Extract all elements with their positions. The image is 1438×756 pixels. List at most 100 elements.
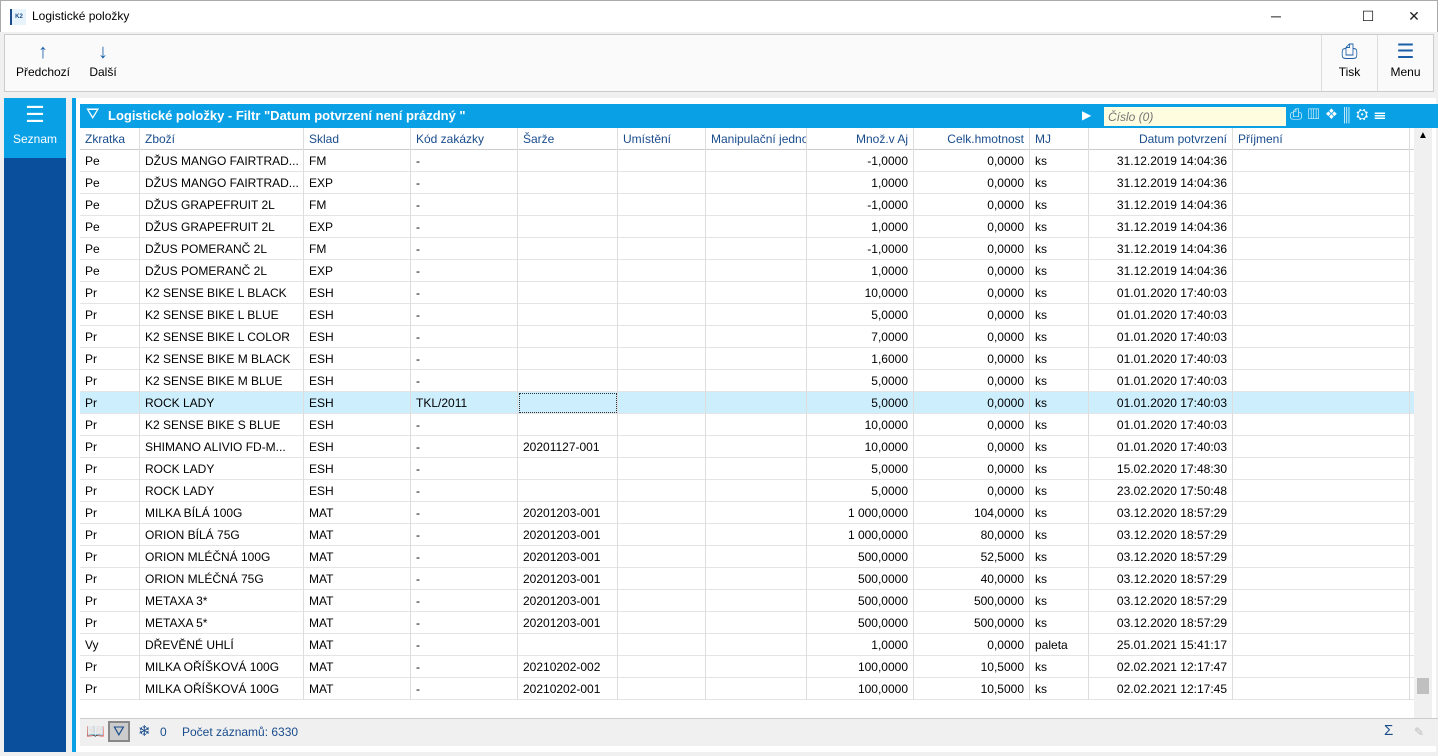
table-row[interactable]: Pr ORION MLÉČNÁ 100G MAT -20201203-001 500,0… (80, 546, 1414, 568)
table-cell (706, 348, 807, 370)
table-cell: Pe (80, 216, 140, 238)
table-row[interactable]: Pr ORION MLÉČNÁ 75G MAT -20201203-001 500,00… (80, 568, 1414, 590)
table-row[interactable]: Pr K2 SENSE BIKE L BLUE ESH - 5,0000 0,0000 ks… (80, 304, 1414, 326)
table-row[interactable]: Pr MILKA BÍLÁ 100G MAT -20201203-001 1 000,0… (80, 502, 1414, 524)
table-row[interactable]: Pr K2 SENSE BIKE M BLUE ESH - 5,0000 0,0000 ks… (80, 370, 1414, 392)
column-header[interactable]: MJ (1030, 128, 1089, 150)
close-button[interactable]: ✕ (1391, 1, 1437, 33)
table-row[interactable]: Pe DŽUS MANGO FAIRTRAD... FM - -1,0000 0,0000… (80, 150, 1414, 172)
table-cell: EXP (304, 172, 411, 194)
hamburger-icon[interactable]: ☰ (1374, 106, 1391, 123)
table-row[interactable]: Pe DŽUS GRAPEFRUIT 2L EXP - 1,0000 0,0000 ks 31… (80, 216, 1414, 238)
table-row[interactable]: Pr ORION BÍLÁ 75G MAT -20201203-001 1 000,00… (80, 524, 1414, 546)
table-cell (518, 150, 618, 172)
table-row[interactable]: Pr MILKA OŘÍŠKOVÁ 100G MAT -20210202-001 100… (80, 678, 1414, 700)
sum-icon[interactable]: Σ (1384, 722, 1393, 739)
minimize-button[interactable]: ─ (1253, 1, 1299, 33)
table-row[interactable]: Pr ROCK LADY ESH - 5,0000 0,0000 ks 23.02.2020 … (80, 480, 1414, 502)
table-cell (618, 568, 706, 590)
table-cell: 1,6000 (807, 348, 914, 370)
cubes-icon[interactable]: ❖ (1325, 106, 1343, 123)
print-icon[interactable]: ⎙ (1290, 106, 1308, 123)
play-icon[interactable]: ▶ (1082, 108, 1091, 122)
table-cell: 31.12.2019 14:04:36 (1089, 172, 1233, 194)
table-cell (618, 304, 706, 326)
sidebar-item-seznam[interactable]: ☰ Seznam (4, 98, 66, 158)
table-cell: Pr (80, 678, 140, 700)
table-row[interactable]: Vy DŘEVĚNÉ UHLÍ MAT - 1,0000 0,0000 paleta 25.0… (80, 634, 1414, 656)
table-row[interactable]: Pe DŽUS GRAPEFRUIT 2L FM - -1,0000 0,0000 ks 31… (80, 194, 1414, 216)
table-cell (618, 194, 706, 216)
column-header[interactable]: Umístění (618, 128, 706, 150)
column-header[interactable]: Zkratka (80, 128, 140, 150)
columns-icon[interactable]: ⫼ (1343, 106, 1356, 123)
table-cell: 03.12.2020 18:57:29 (1089, 524, 1233, 546)
table-cell: Vy (80, 634, 140, 656)
table-row[interactable]: Pr SHIMANO ALIVIO FD-M... ESH -20201127-001… (80, 436, 1414, 458)
table-cell: 500,0000 (807, 612, 914, 634)
scroll-up-icon[interactable]: ▲ (1414, 128, 1432, 144)
print-button[interactable]: ⎙ Tisk (1321, 35, 1377, 91)
menu-button[interactable]: ☰ Menu (1377, 35, 1433, 91)
table-row[interactable]: Pe DŽUS POMERANČ 2L FM - -1,0000 0,0000 ks 31.1… (80, 238, 1414, 260)
book-icon[interactable]: 📖 (86, 722, 105, 740)
table-cell: MAT (304, 656, 411, 678)
chart-icon[interactable]: ▥ (1308, 106, 1325, 123)
table-cell: DŽUS POMERANČ 2L (140, 260, 304, 282)
table-cell: ks (1030, 546, 1089, 568)
column-header[interactable]: Množ.v Aj (807, 128, 914, 150)
table-cell: 0,0000 (914, 150, 1030, 172)
table-row[interactable]: Pr ROCK LADY ESH - 5,0000 0,0000 ks 15.02.2020 … (80, 458, 1414, 480)
previous-button[interactable]: ↑ Předchozí (13, 35, 73, 91)
table-cell: MILKA OŘÍŠKOVÁ 100G (140, 678, 304, 700)
table-cell: METAXA 3* (140, 590, 304, 612)
table-cell (706, 370, 807, 392)
column-header[interactable]: Sklad (304, 128, 411, 150)
table-cell (1233, 348, 1410, 370)
next-button[interactable]: ↓ Další (83, 35, 123, 91)
column-header[interactable]: Příjmení (1233, 128, 1410, 150)
table-row[interactable]: Pr K2 SENSE BIKE S BLUE ESH - 10,0000 0,0000 k… (80, 414, 1414, 436)
table-cell: Pr (80, 590, 140, 612)
table-cell: 0,0000 (914, 172, 1030, 194)
column-header[interactable]: Celk.hmotnost (914, 128, 1030, 150)
table-cell (1233, 436, 1410, 458)
gear-icon[interactable]: ⚙ (1356, 106, 1374, 123)
column-header[interactable]: Zboží (140, 128, 304, 150)
table-cell: K2 SENSE BIKE L BLACK (140, 282, 304, 304)
table-cell: - (411, 612, 518, 634)
column-header[interactable]: Kód zakázky (411, 128, 518, 150)
table-cell: - (411, 216, 518, 238)
table-cell: ESH (304, 348, 411, 370)
table-row[interactable]: Pr METAXA 5* MAT -20201203-001 500,0000 500,0… (80, 612, 1414, 634)
table-cell: DŘEVĚNÉ UHLÍ (140, 634, 304, 656)
table-cell: MAT (304, 568, 411, 590)
filter-toggle-icon[interactable]: ⛛ (108, 721, 130, 742)
vertical-scrollbar[interactable]: ▲ (1414, 128, 1432, 718)
maximize-button[interactable]: ☐ (1345, 1, 1391, 33)
table-cell (618, 172, 706, 194)
panel-title: Logistické položky - Filtr "Datum potvrz… (108, 108, 466, 123)
scroll-thumb[interactable] (1417, 678, 1429, 694)
search-input[interactable] (1104, 107, 1286, 126)
column-header[interactable]: Manipulační jedno (706, 128, 807, 150)
table-row[interactable]: Pr METAXA 3* MAT -20201203-001 500,0000 500,0… (80, 590, 1414, 612)
column-header[interactable]: Šarže (518, 128, 618, 150)
table-row[interactable]: Pr ROCK LADY ESH TKL/2011 5,0000 0,0000 ks 01.0… (80, 392, 1414, 414)
table-cell: 100,0000 (807, 678, 914, 700)
table-row[interactable]: Pr K2 SENSE BIKE L BLACK ESH - 10,0000 0,0000… (80, 282, 1414, 304)
table-cell (618, 326, 706, 348)
table-cell: Pr (80, 656, 140, 678)
filter-icon[interactable]: ⛛ (86, 106, 99, 124)
table-row[interactable]: Pr MILKA OŘÍŠKOVÁ 100G MAT -20210202-002 100… (80, 656, 1414, 678)
table-cell (518, 458, 618, 480)
table-row[interactable]: Pr K2 SENSE BIKE L COLOR ESH - 7,0000 0,0000 k… (80, 326, 1414, 348)
table-row[interactable]: Pr K2 SENSE BIKE M BLACK ESH - 1,6000 0,0000 k… (80, 348, 1414, 370)
table-cell: K2 SENSE BIKE M BLUE (140, 370, 304, 392)
table-cell: ESH (304, 282, 411, 304)
table-row[interactable]: Pe DŽUS MANGO FAIRTRAD... EXP - 1,0000 0,0000… (80, 172, 1414, 194)
table-cell: ESH (304, 326, 411, 348)
table-cell: 0,0000 (914, 348, 1030, 370)
column-header[interactable]: Datum potvrzení (1089, 128, 1233, 150)
table-row[interactable]: Pe DŽUS POMERANČ 2L EXP - 1,0000 0,0000 ks 31.1… (80, 260, 1414, 282)
